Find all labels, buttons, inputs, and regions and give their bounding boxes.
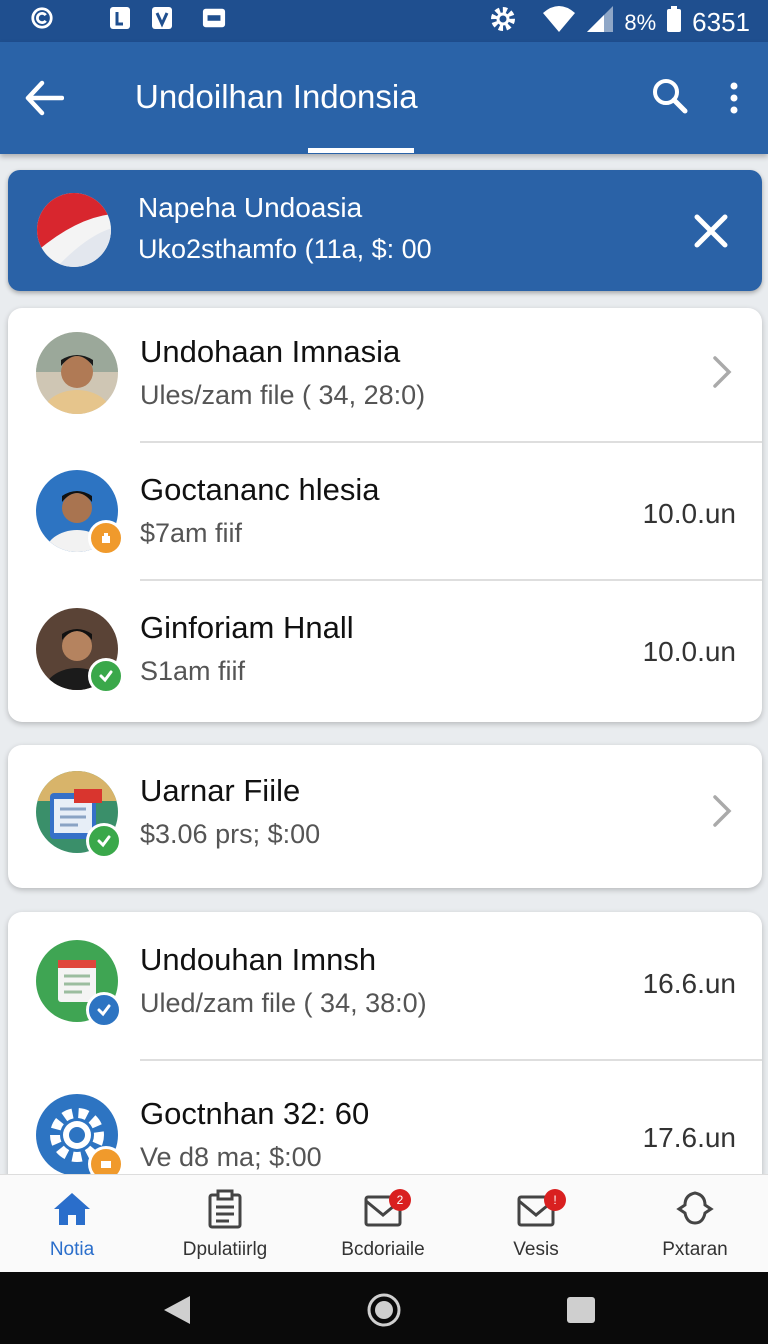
chevron-right-icon[interactable] bbox=[710, 354, 734, 390]
nav-item-notia[interactable]: Notia bbox=[2, 1175, 142, 1273]
item-value: 16.6.un bbox=[642, 968, 736, 999]
status-badge bbox=[88, 520, 124, 556]
nav-item-pxtaran[interactable]: Pxtaran bbox=[625, 1175, 765, 1273]
home-icon bbox=[52, 1189, 92, 1229]
list-item[interactable]: Uarnar Fiile $3.06 prs; $:00 bbox=[8, 747, 762, 885]
item-value: 17.6.un bbox=[642, 1122, 736, 1153]
item-title: Goctananc hlesia bbox=[140, 472, 380, 507]
search-icon[interactable] bbox=[652, 78, 688, 114]
recents-square-icon[interactable] bbox=[566, 1296, 596, 1329]
nav-item-bcdoriaile[interactable]: 2 Bcdoriaile bbox=[313, 1175, 453, 1273]
item-title: Goctnhan 32: 60 bbox=[140, 1096, 370, 1131]
battery-icon bbox=[666, 5, 682, 40]
copyright-icon bbox=[30, 6, 54, 30]
item-title: Uarnar Fiile bbox=[140, 773, 301, 808]
nav-label: Bcdoriaile bbox=[341, 1239, 425, 1260]
avatar bbox=[36, 332, 118, 414]
avatar bbox=[36, 608, 124, 694]
item-title: Undouhan Imnsh bbox=[140, 942, 377, 977]
list-card: Undohaan Imnasia Ules/zam file ( 34, 28:… bbox=[8, 308, 762, 722]
avatar bbox=[36, 470, 124, 556]
verified-badge-icon bbox=[86, 992, 122, 1028]
nav-label: Notia bbox=[49, 1239, 95, 1260]
alert-badge: ! bbox=[544, 1189, 566, 1211]
divider bbox=[140, 441, 762, 443]
settings-icon bbox=[488, 4, 518, 41]
keyboard-icon bbox=[202, 6, 226, 30]
item-value: 10.0.un bbox=[642, 498, 736, 529]
list-card: Undouhan Imnsh Uled/zam file ( 34, 38:0)… bbox=[8, 912, 762, 1212]
document-icon bbox=[36, 771, 122, 859]
page-title: Undoilhan Indonsia bbox=[135, 78, 418, 115]
nav-label: Vesis bbox=[513, 1239, 559, 1260]
wifi-icon bbox=[542, 5, 576, 40]
item-title: Undohaan Imnasia bbox=[140, 334, 401, 369]
more-vert-icon[interactable] bbox=[722, 80, 746, 116]
list-item[interactable]: Goctananc hlesia $7am fiif 10.0.un bbox=[8, 446, 762, 584]
nav-item-vesis[interactable]: ! Vesis bbox=[466, 1175, 606, 1273]
close-icon[interactable] bbox=[692, 212, 730, 250]
list-card: Uarnar Fiile $3.06 prs; $:00 bbox=[8, 745, 762, 888]
notification-count-badge: 2 bbox=[389, 1189, 411, 1211]
divider bbox=[140, 579, 762, 581]
notification-banner[interactable]: Napeha Undoasia Uko2sthamfo (11a, $: 00 bbox=[8, 170, 762, 291]
nav-item-dpulatiirlg[interactable]: Dpulatiirlg bbox=[155, 1175, 295, 1273]
list-item[interactable]: Ginforiam Hnall S1am fiif 10.0.un bbox=[8, 584, 762, 722]
item-subtitle: Ve d8 ma; $:00 bbox=[140, 1142, 322, 1172]
clock: 6351 bbox=[692, 7, 750, 37]
status-bar: 8% 6351 bbox=[0, 0, 768, 42]
app-icon bbox=[108, 6, 132, 30]
back-arrow-icon[interactable] bbox=[24, 80, 65, 116]
profile-icon bbox=[675, 1189, 715, 1229]
flag-logo-icon bbox=[36, 192, 112, 268]
system-navigation-bar bbox=[0, 1272, 768, 1344]
signal-icon bbox=[586, 5, 614, 40]
bottom-navigation: Notia Dpulatiirlg 2 Bcdoriaile ! Vesis P… bbox=[0, 1174, 768, 1273]
app-bar: Undoilhan Indonsia bbox=[0, 42, 768, 154]
list-item[interactable]: Undouhan Imnsh Uled/zam file ( 34, 38:0)… bbox=[8, 916, 762, 1054]
divider bbox=[140, 1059, 762, 1061]
notification-subtitle: Uko2sthamfo (11a, $: 00 bbox=[138, 234, 432, 264]
check-badge-icon bbox=[88, 658, 124, 694]
item-value: 10.0.un bbox=[642, 636, 736, 667]
gear-icon bbox=[36, 1094, 124, 1182]
notification-title: Napeha Undoasia bbox=[138, 192, 363, 223]
clipboard-icon bbox=[205, 1189, 245, 1229]
item-title: Ginforiam Hnall bbox=[140, 610, 354, 645]
list-item[interactable]: Undohaan Imnasia Ules/zam file ( 34, 28:… bbox=[8, 308, 762, 446]
document-icon bbox=[36, 940, 122, 1028]
tab-indicator bbox=[308, 148, 414, 153]
item-subtitle: S1am fiif bbox=[140, 656, 246, 686]
item-subtitle: $7am fiif bbox=[140, 518, 243, 548]
item-subtitle: Uled/zam file ( 34, 38:0) bbox=[140, 988, 427, 1018]
back-triangle-icon[interactable] bbox=[160, 1294, 192, 1331]
item-subtitle: $3.06 prs; $:00 bbox=[140, 819, 321, 849]
home-circle-icon[interactable] bbox=[366, 1292, 402, 1333]
nav-label: Pxtaran bbox=[662, 1239, 728, 1260]
item-subtitle: Ules/zam file ( 34, 28:0) bbox=[140, 380, 426, 410]
shield-icon bbox=[150, 6, 174, 30]
check-badge-icon bbox=[86, 823, 122, 859]
chevron-right-icon[interactable] bbox=[710, 793, 734, 829]
nav-label: Dpulatiirlg bbox=[182, 1239, 268, 1260]
battery-percent: 8% bbox=[624, 9, 657, 35]
